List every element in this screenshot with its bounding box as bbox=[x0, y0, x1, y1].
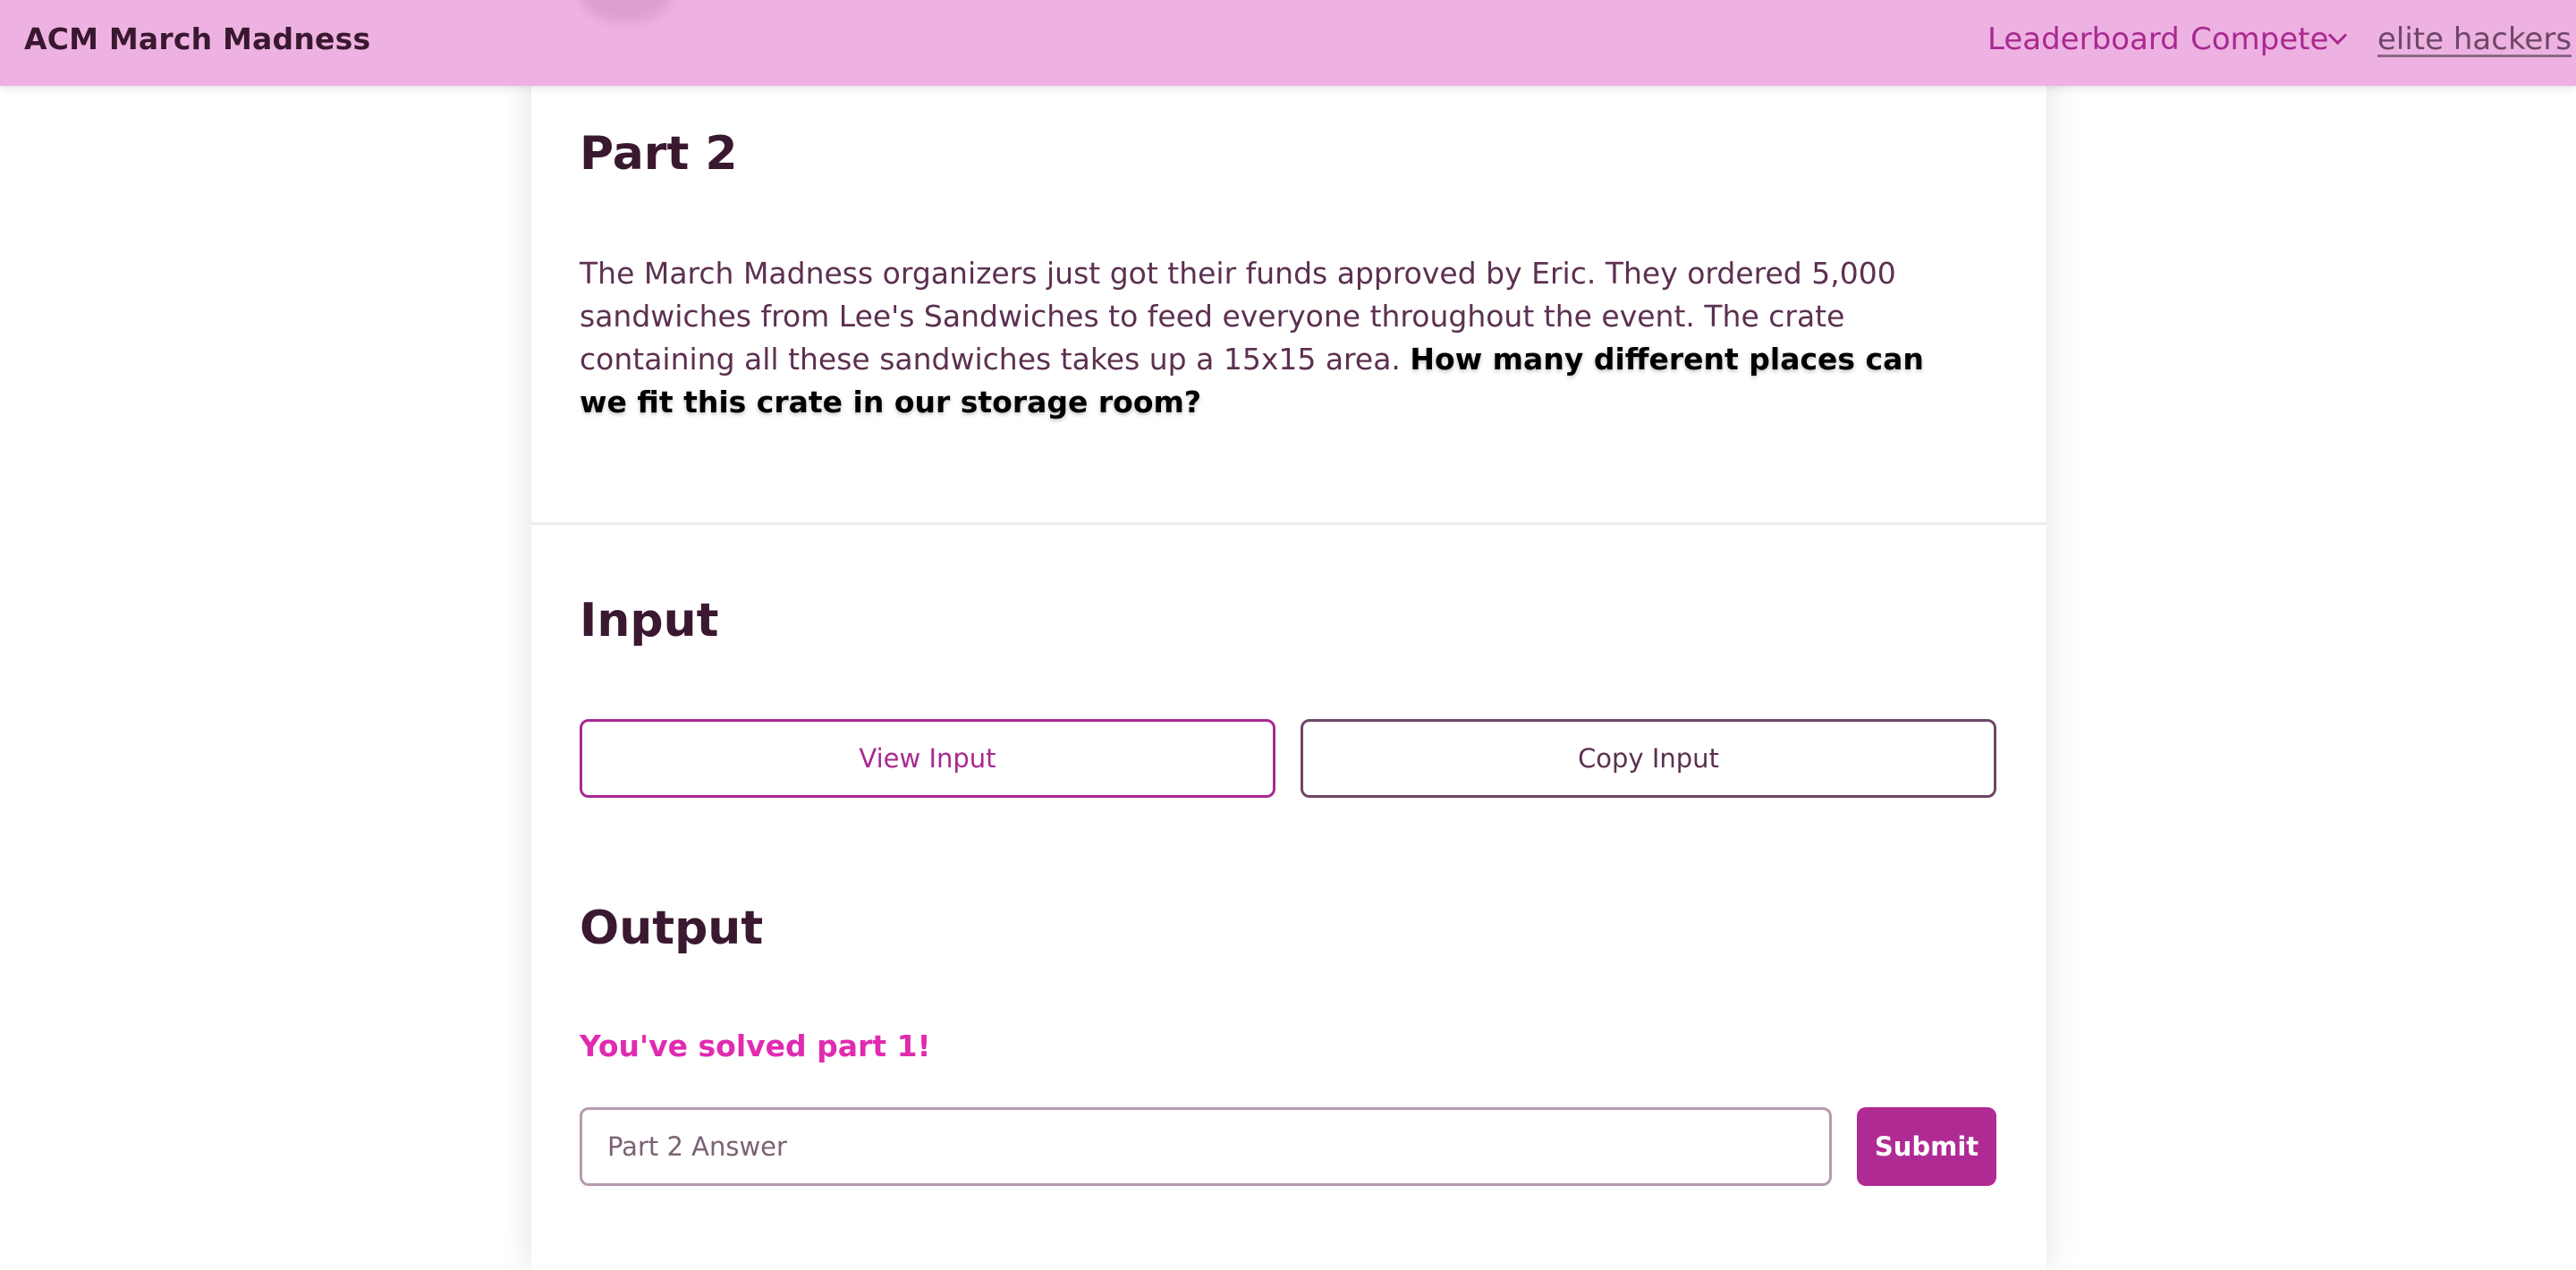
top-navbar: ACM March Madness Leaderboard Compete el… bbox=[0, 0, 2576, 86]
chevron-down-icon[interactable] bbox=[2327, 25, 2348, 46]
output-heading: Output bbox=[580, 902, 764, 955]
brand-title[interactable]: ACM March Madness bbox=[24, 21, 370, 56]
avatar bbox=[580, 0, 673, 23]
submit-button[interactable]: Submit bbox=[1857, 1107, 1996, 1186]
section-divider bbox=[531, 522, 2046, 525]
copy-input-button[interactable]: Copy Input bbox=[1301, 719, 1996, 798]
part2-answer-input[interactable] bbox=[580, 1107, 1832, 1186]
input-heading: Input bbox=[580, 594, 719, 648]
problem-card bbox=[531, 0, 2046, 1270]
part-heading: Part 2 bbox=[580, 127, 738, 181]
view-input-button[interactable]: View Input bbox=[580, 719, 1275, 798]
nav-team-link[interactable]: elite hackers bbox=[2377, 21, 2572, 57]
nav-compete-dropdown[interactable]: Compete bbox=[2190, 21, 2328, 57]
solved-status-message: You've solved part 1! bbox=[580, 1029, 931, 1063]
nav-leaderboard-link[interactable]: Leaderboard bbox=[1987, 21, 2180, 57]
problem-description: The March Madness organizers just got th… bbox=[580, 252, 1975, 424]
